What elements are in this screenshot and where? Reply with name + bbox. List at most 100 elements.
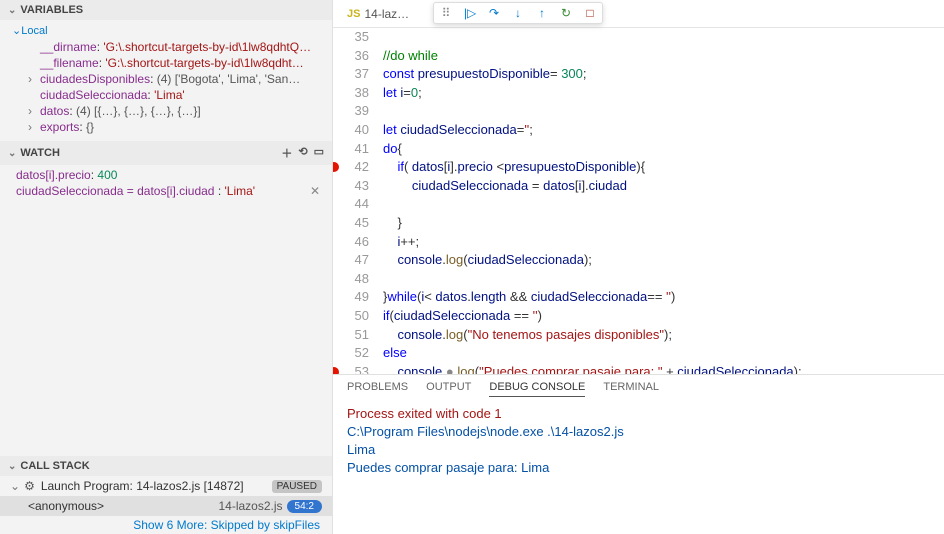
callstack-body: ⌄ ⚙ Launch Program: 14-lazos2.js [14872]… <box>0 476 332 534</box>
line-number[interactable]: 47 <box>333 251 369 270</box>
line-number[interactable]: 52 <box>333 344 369 363</box>
step-over-icon[interactable]: ↷ <box>486 5 502 21</box>
watch-title: WATCH <box>20 147 60 159</box>
watch-row[interactable]: ciudadSeleccionada = datos[i].ciudad : '… <box>0 183 332 199</box>
editor-area: JS 14-laz… ⠿ |▷ ↷ ↓ ↑ ↻ □ 35363738394041… <box>333 0 944 534</box>
line-number[interactable]: 37 <box>333 65 369 84</box>
chevron-down-icon: ⌄ <box>12 24 21 37</box>
variable-row[interactable]: __filename: 'G:\.shortcut-targets-by-id\… <box>0 55 332 71</box>
grip-icon[interactable]: ⠿ <box>438 5 454 21</box>
callstack-header[interactable]: ⌄ CALL STACK <box>0 456 332 476</box>
watch-body: datos[i].precio: 400ciudadSeleccionada =… <box>0 165 332 205</box>
step-out-icon[interactable]: ↑ <box>534 5 550 21</box>
code-line[interactable]: //do while <box>383 47 944 66</box>
line-number[interactable]: 35 <box>333 28 369 47</box>
code-line[interactable]: do{ <box>383 140 944 159</box>
line-number[interactable]: 39 <box>333 102 369 121</box>
console-line: C:\Program Files\nodejs\node.exe .\14-la… <box>347 423 930 441</box>
bottom-tabs: PROBLEMS OUTPUT DEBUG CONSOLE TERMINAL <box>333 375 944 399</box>
code-editor[interactable]: 3536373839404142434445464748495051525354… <box>333 28 944 374</box>
variables-header[interactable]: ⌄ VARIABLES <box>0 0 332 20</box>
bottom-tab[interactable]: OUTPUT <box>426 381 471 397</box>
chevron-down-icon: ⌄ <box>8 5 16 16</box>
code-line[interactable]: ciudadSeleccionada = datos[i].ciudad <box>383 177 944 196</box>
debug-sidebar: ⌄ VARIABLES ⌄ Local __dirname: 'G:\.shor… <box>0 0 333 534</box>
code-line[interactable]: console.● log("Puedes comprar pasaje par… <box>383 363 944 374</box>
editor-tab-row: JS 14-laz… ⠿ |▷ ↷ ↓ ↑ ↻ □ <box>333 0 944 28</box>
frame-location-badge: 54:2 <box>287 500 322 513</box>
continue-icon[interactable]: |▷ <box>462 5 478 21</box>
stop-icon[interactable]: □ <box>582 5 598 21</box>
variables-local-header[interactable]: ⌄ Local <box>0 22 332 39</box>
debug-console-output[interactable]: Process exited with code 1C:\Program Fil… <box>333 399 944 483</box>
line-number[interactable]: 36 <box>333 47 369 66</box>
code-line[interactable]: i++; <box>383 233 944 252</box>
line-number[interactable]: 45 <box>333 214 369 233</box>
breakpoint-icon[interactable] <box>333 162 339 172</box>
code-lines[interactable]: //do whileconst presupuestoDisponible= 3… <box>383 28 944 374</box>
line-number[interactable]: 42 <box>333 158 369 177</box>
line-number[interactable]: 38 <box>333 84 369 103</box>
variable-row[interactable]: ciudadSeleccionada: 'Lima' <box>0 87 332 103</box>
restart-icon[interactable]: ↻ <box>558 5 574 21</box>
watch-add-icon[interactable]: ＋ <box>281 145 292 161</box>
line-number[interactable]: 49 <box>333 288 369 307</box>
code-line[interactable]: const presupuestoDisponible= 300; <box>383 65 944 84</box>
chevron-down-icon: ⌄ <box>10 479 20 493</box>
callstack-title: CALL STACK <box>20 460 89 472</box>
code-line[interactable]: if(ciudadSeleccionada == '') <box>383 307 944 326</box>
editor-tab[interactable]: JS 14-laz… <box>339 3 417 25</box>
breakpoint-icon[interactable] <box>333 367 339 374</box>
line-number[interactable]: 51 <box>333 326 369 345</box>
line-number[interactable]: 50 <box>333 307 369 326</box>
variables-list: __dirname: 'G:\.shortcut-targets-by-id\1… <box>0 39 332 135</box>
code-line[interactable] <box>383 28 944 47</box>
console-line: Puedes comprar pasaje para: Lima <box>347 459 930 477</box>
variables-body: ⌄ Local __dirname: 'G:\.shortcut-targets… <box>0 20 332 141</box>
variable-row[interactable]: ›datos: (4) [{…}, {…}, {…}, {…}] <box>0 103 332 119</box>
code-line[interactable] <box>383 270 944 289</box>
line-gutter[interactable]: 3536373839404142434445464748495051525354… <box>333 28 383 374</box>
callstack-frame-row[interactable]: <anonymous> 14-lazos2.js 54:2 <box>0 496 332 516</box>
paused-badge: PAUSED <box>272 480 322 493</box>
bottom-tab[interactable]: PROBLEMS <box>347 381 408 397</box>
variables-title: VARIABLES <box>20 4 83 16</box>
line-number[interactable]: 44 <box>333 195 369 214</box>
variable-row[interactable]: ›ciudadesDisponibles: (4) ['Bogota', 'Li… <box>0 71 332 87</box>
callstack-launch-row[interactable]: ⌄ ⚙ Launch Program: 14-lazos2.js [14872]… <box>0 476 332 496</box>
console-line: Process exited with code 1 <box>347 405 930 423</box>
line-number[interactable]: 40 <box>333 121 369 140</box>
line-number[interactable]: 41 <box>333 140 369 159</box>
js-file-icon: JS <box>347 8 360 20</box>
variable-row[interactable]: __dirname: 'G:\.shortcut-targets-by-id\1… <box>0 39 332 55</box>
code-line[interactable]: let ciudadSeleccionada=''; <box>383 121 944 140</box>
code-line[interactable]: if( datos[i].precio <presupuestoDisponib… <box>383 158 944 177</box>
watch-row[interactable]: datos[i].precio: 400 <box>0 167 332 183</box>
chevron-down-icon: ⌄ <box>8 461 16 472</box>
bottom-tab[interactable]: DEBUG CONSOLE <box>489 381 585 397</box>
callstack-skip-link[interactable]: Show 6 More: Skipped by skipFiles <box>0 516 332 534</box>
code-line[interactable]: } <box>383 214 944 233</box>
variable-row[interactable]: ›exports: {} <box>0 119 332 135</box>
line-number[interactable]: 43 <box>333 177 369 196</box>
line-number[interactable]: 53 <box>333 363 369 374</box>
step-into-icon[interactable]: ↓ <box>510 5 526 21</box>
watch-remove-icon[interactable]: ✕ <box>306 184 324 198</box>
line-number[interactable]: 48 <box>333 270 369 289</box>
bottom-tab[interactable]: TERMINAL <box>603 381 659 397</box>
chevron-down-icon: ⌄ <box>8 148 16 159</box>
code-line[interactable]: let i=0; <box>383 84 944 103</box>
watch-collapse-icon[interactable]: ▭ <box>314 145 324 161</box>
code-line[interactable]: console.log("No tenemos pasajes disponib… <box>383 326 944 345</box>
debug-toolbar[interactable]: ⠿ |▷ ↷ ↓ ↑ ↻ □ <box>433 2 603 24</box>
code-line[interactable]: }while(i< datos.length && ciudadSeleccio… <box>383 288 944 307</box>
code-line[interactable]: console.log(ciudadSeleccionada); <box>383 251 944 270</box>
watch-refresh-icon[interactable]: ⟲ <box>298 145 307 161</box>
bottom-panel: PROBLEMS OUTPUT DEBUG CONSOLE TERMINAL Proc… <box>333 374 944 534</box>
gear-icon: ⚙ <box>24 479 35 493</box>
watch-header[interactable]: ⌄ WATCH ＋ ⟲ ▭ <box>0 141 332 165</box>
code-line[interactable] <box>383 102 944 121</box>
code-line[interactable] <box>383 195 944 214</box>
line-number[interactable]: 46 <box>333 233 369 252</box>
code-line[interactable]: else <box>383 344 944 363</box>
